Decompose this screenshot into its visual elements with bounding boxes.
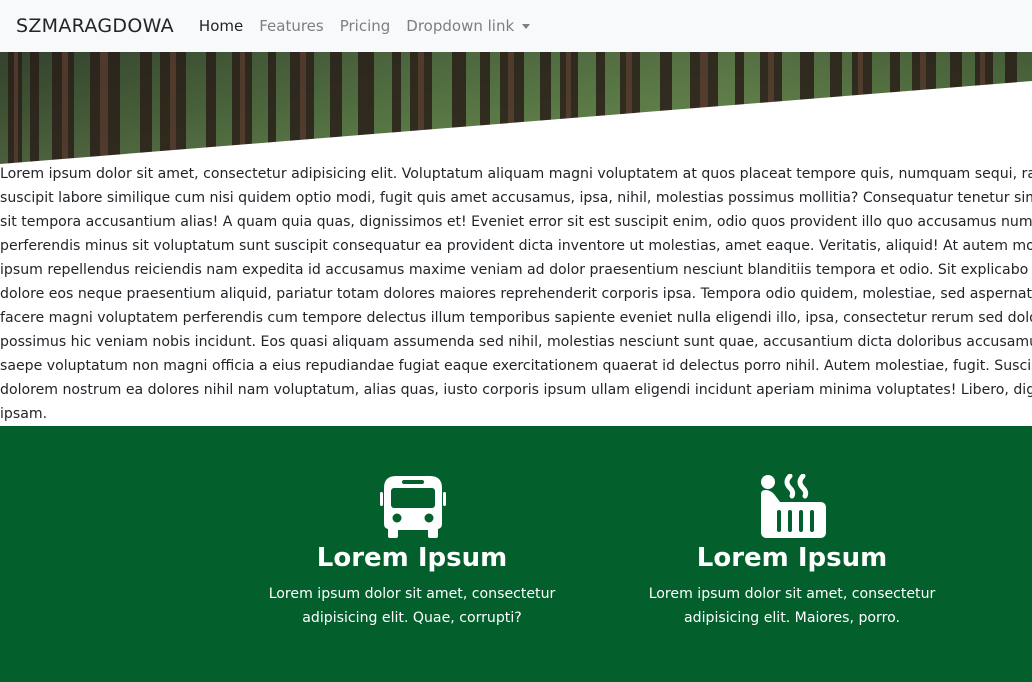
nav-dropdown-label: Dropdown link	[406, 17, 515, 35]
paragraph-line: ipsum repellendus reiciendis nam expedit…	[0, 262, 1032, 278]
paragraph-line: sit tempora accusantium alias! A quam qu…	[0, 214, 1032, 230]
paragraph-line: ipsam.	[0, 406, 48, 422]
bus-icon	[380, 476, 446, 538]
features-section: Lorem Ipsum Lorem ipsum dolor sit amet, …	[0, 426, 1032, 682]
paragraph-line: possimus hic veniam nobis incidunt. Eos …	[0, 334, 1032, 350]
hot-tub-icon	[761, 474, 826, 538]
nav-link-pricing[interactable]: Pricing	[332, 17, 399, 35]
nav-link-home[interactable]: Home	[191, 17, 251, 35]
forest-image	[0, 52, 1032, 164]
hero-banner	[0, 52, 1032, 164]
paragraph-line: suscipit labore similique cum nisi quide…	[0, 190, 1032, 206]
feature-title: Lorem Ipsum	[316, 543, 508, 573]
feature-text: Lorem ipsum dolor sit amet, consectetur …	[268, 586, 556, 626]
feature-text: Lorem ipsum dolor sit amet, consectetur …	[648, 586, 936, 626]
paragraph-line: Lorem ipsum dolor sit amet, consectetur …	[0, 166, 1032, 182]
nav-links: Home Features Pricing Dropdown link	[191, 17, 538, 35]
nav-dropdown-toggle[interactable]: Dropdown link	[398, 17, 538, 35]
paragraph-line: dolore eos neque praesentium aliquid, pa…	[0, 286, 1032, 302]
paragraph-line: facere magni voluptatem perferendis cum …	[0, 310, 1032, 326]
paragraph-line: saepe voluptatum non magni officia a eiu…	[0, 358, 1032, 374]
caret-down-icon	[522, 23, 531, 29]
paragraph-line: dolorem nostrum ea dolores nihil nam vol…	[0, 382, 1032, 398]
lorem-paragraph: Lorem ipsum dolor sit amet, consectetur …	[0, 162, 1032, 424]
navbar: SZMARAGDOWA Home Features Pricing Dropdo…	[0, 0, 1032, 52]
feature-title: Lorem Ipsum	[696, 543, 888, 573]
brand-link[interactable]: SZMARAGDOWA	[16, 15, 174, 37]
paragraph-line: perferendis minus sit voluptatum sunt su…	[0, 238, 1032, 254]
nav-link-features[interactable]: Features	[251, 17, 332, 35]
